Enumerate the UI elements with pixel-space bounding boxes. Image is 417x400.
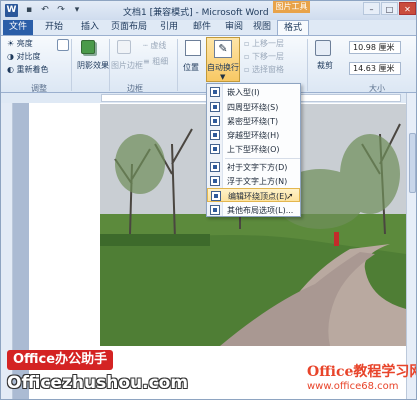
customize-qat-icon[interactable]: ▾ [71,4,83,16]
menu-item-more-layout-options[interactable]: 其他布局选项(L)... [207,203,300,217]
menu-item-square[interactable]: 四周型环绕(S) [207,100,300,114]
title-bar: W ▪ ↶ ↷ ▾ 文档1 [兼容模式] - Microsoft Word 图片… [1,1,416,20]
undo-icon[interactable]: ↶ [39,4,51,16]
tab-view[interactable]: 视图 [247,20,277,35]
group-separator [307,39,308,91]
dashes-button: ┄ 虚线 [143,41,167,50]
tab-mailings[interactable]: 邮件 [187,20,217,35]
picture-tools-context-tab: 图片工具 [273,1,310,13]
recolor-label: 重新着色 [16,65,49,74]
menu-item-label: 穿越型环绕(H) [227,131,280,140]
crop-icon[interactable] [315,40,331,56]
brightness-button[interactable]: ☀ 亮度 [7,38,33,49]
maximize-icon[interactable]: □ [381,2,398,15]
menu-item-label: 上下型环绕(O) [227,145,280,154]
tab-insert[interactable]: 插入 [75,20,105,35]
wrap-text-button[interactable]: ✎ 自动换行 ▼ [206,37,240,82]
position-icon [185,40,201,56]
watermark-site-right: www.office68.com [307,381,399,392]
watermark-office-assistant: Office办公助手 [7,350,114,370]
scrollbar-thumb[interactable] [409,133,416,193]
bring-forward-label: 上移一层 [251,39,284,48]
compress-icon[interactable] [57,39,69,51]
selection-pane-button: ▫ 选择窗格 [244,65,284,74]
menu-item-label: 编辑环绕顶点(E) [228,192,288,201]
watermark-site-left: Officezhushou.com [7,373,189,393]
position-label: 位置 [183,63,199,72]
crop-label[interactable]: 裁剪 [317,60,333,71]
menu-item-label: 浮于文字上方(N) [227,177,288,186]
menu-item-label: 紧密型环绕(T) [227,117,279,126]
menu-item-through[interactable]: 穿越型环绕(H) [207,128,300,142]
menu-item-label: 衬于文字下方(D) [227,163,288,172]
menu-item-in-front-of-text[interactable]: 浮于文字上方(N) [207,174,300,188]
inline-wrap-icon [210,87,220,97]
height-input[interactable]: 10.98 厘米 [349,41,401,54]
menu-item-behind-text[interactable]: 衬于文字下方(D) [207,160,300,174]
weight-button: ≡ 粗细 [143,57,169,66]
tab-review[interactable]: 审阅 [219,20,249,35]
menu-item-label: 四周型环绕(S) [227,103,279,112]
through-wrap-icon [210,130,220,140]
word-app-icon[interactable]: W [5,4,18,17]
wrap-text-label: 自动换行 [207,63,239,72]
tab-page-layout[interactable]: 页面布局 [107,20,151,35]
square-wrap-icon [210,102,220,112]
weight-label: 粗细 [152,57,169,66]
group-separator [109,39,110,91]
shadow-effects-label[interactable]: 阴影效果 [77,60,109,71]
menu-item-label: 嵌入型(I) [227,88,260,97]
wrap-text-icon: ✎ [214,40,232,58]
tab-references[interactable]: 引用 [154,20,184,35]
selection-pane-label: 选择窗格 [251,65,284,74]
contrast-label: 对比度 [16,52,41,61]
watermark-office-tutorial: Office教程学习网 [307,364,417,380]
edit-wrap-points-icon [211,191,221,201]
in-front-of-text-icon [210,176,220,186]
redo-icon[interactable]: ↷ [55,4,67,16]
contrast-button[interactable]: ◑ 对比度 [7,51,41,62]
window-controls: – □ ✕ [363,2,416,15]
recolor-button[interactable]: ◐ 重新着色 [7,64,49,75]
dashes-label: 虚线 [150,41,167,50]
shadow-effects-icon[interactable] [81,40,95,54]
menu-separator [225,158,300,159]
position-button[interactable]: 位置 [179,38,207,80]
word-window: W ▪ ↶ ↷ ▾ 文档1 [兼容模式] - Microsoft Word 图片… [0,0,417,400]
window-title: 文档1 [兼容模式] - Microsoft Word [123,8,269,18]
minimize-icon[interactable]: – [363,2,380,15]
bring-forward-button: ▫ 上移一层 [244,39,284,48]
group-separator [71,39,72,91]
group-separator [177,39,178,91]
tab-format[interactable]: 格式 [277,20,309,35]
brightness-label: 亮度 [16,39,33,48]
send-backward-label: 下移一层 [251,52,284,61]
menu-item-tight[interactable]: 紧密型环绕(T) [207,114,300,128]
behind-text-icon [210,162,220,172]
ribbon-tabs: 文件 开始 插入 页面布局 引用 邮件 审阅 视图 格式 [1,20,416,35]
layout-options-icon [210,205,220,215]
menu-item-label: 其他布局选项(L)... [227,206,294,215]
tight-wrap-icon [210,116,220,126]
picture-border-label: 图片边框 [111,61,143,70]
top-bottom-wrap-icon [210,144,220,154]
vertical-scrollbar[interactable] [406,93,416,399]
quick-access-toolbar: ▪ ↶ ↷ ▾ [23,4,83,16]
menu-item-top-bottom[interactable]: 上下型环绕(O) [207,142,300,156]
tab-home[interactable]: 开始 [39,20,69,35]
width-input[interactable]: 14.63 厘米 [349,62,401,75]
save-icon[interactable]: ▪ [23,4,35,16]
chevron-down-icon: ▼ [220,73,226,81]
tab-file[interactable]: 文件 [3,20,33,35]
menu-item-inline[interactable]: 嵌入型(I) [207,85,300,99]
close-icon[interactable]: ✕ [399,2,416,15]
mouse-cursor-icon: ➚ [286,192,294,202]
picture-border-icon [117,40,131,54]
menu-item-edit-wrap-points[interactable]: 编辑环绕顶点(E) ➚ [207,188,300,202]
wrap-text-menu: 嵌入型(I) 四周型环绕(S) 紧密型环绕(T) 穿越型环绕(H) 上下型环绕(… [206,83,301,217]
send-backward-button: ▫ 下移一层 [244,52,284,61]
